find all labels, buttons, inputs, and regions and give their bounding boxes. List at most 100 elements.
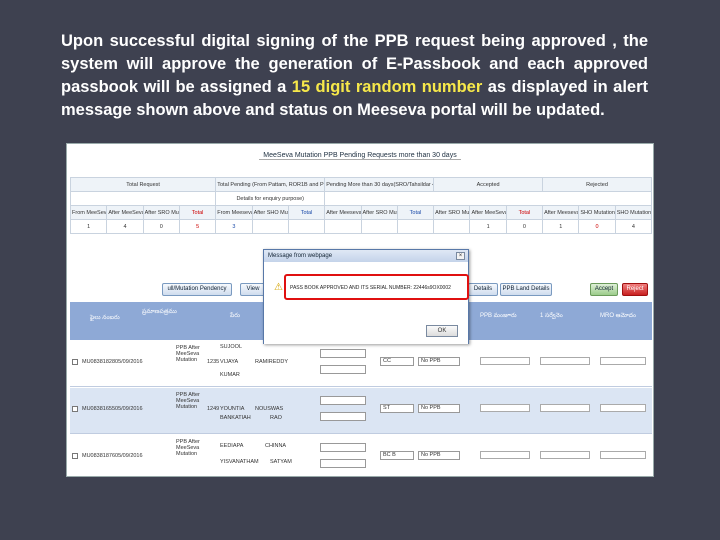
sub-header: After Meeseva (542, 205, 580, 220)
survey-select[interactable] (320, 365, 366, 374)
row-father: NOUSWAS (255, 406, 284, 412)
count-cell: 0 (578, 219, 616, 234)
mutation-pendency-button[interactable]: ull/Mutation Pendency (162, 283, 232, 296)
count-cell: 1 (69, 219, 108, 234)
row-id: MU0838187605/09/2016 (82, 453, 143, 459)
row-input[interactable] (540, 404, 590, 412)
details-button[interactable]: Details (468, 283, 498, 296)
row-input[interactable] (600, 357, 646, 365)
row-number: 1249 (207, 406, 220, 412)
column-header: 1 సర్వేనెం (540, 313, 563, 319)
sub-header: After SRO Mutation (142, 205, 180, 220)
ppb-select[interactable]: No PPB (418, 404, 460, 413)
app-screenshot: MeeSeva Mutation PPB Pending Requests mo… (66, 143, 654, 477)
row-type: PPB After MeeSeva Mutation (176, 392, 200, 410)
caption-highlight: 15 digit random number (291, 78, 483, 96)
accept-button[interactable]: Accept (590, 283, 618, 296)
column-header: ఫైలు నంబరు (90, 315, 120, 321)
slide-caption: Upon successful digital signing of the P… (61, 30, 648, 122)
sub-header: After SRO Mutation (360, 205, 398, 220)
sub-header: Total (287, 205, 326, 220)
row-input[interactable] (540, 451, 590, 459)
village-select[interactable] (320, 443, 366, 452)
ppb-select[interactable]: No PPB (418, 357, 460, 366)
close-icon[interactable]: × (456, 252, 465, 260)
highlight-box (284, 274, 469, 300)
details-note: Details for enquiry purpose) (215, 191, 326, 206)
row-survey: BANKATIAH (220, 415, 251, 421)
ppb-land-details-button[interactable]: PPB Land Details (500, 283, 552, 296)
row-id: MU0838182805/09/2016 (82, 359, 143, 365)
reject-button[interactable]: Reject (622, 283, 648, 296)
row-input[interactable] (600, 451, 646, 459)
count-cell (251, 219, 289, 234)
caste-select[interactable]: ST (380, 404, 414, 413)
count-cell (396, 219, 435, 234)
row-father: CHINNA (265, 443, 287, 449)
count-cell (287, 219, 326, 234)
column-header: ప్రమాణపత్రము (142, 309, 177, 315)
sub-header: SHO Mutation (614, 205, 653, 220)
row-name: VIJAYA (220, 359, 239, 365)
column-header: MRO ఆమోదం (600, 313, 637, 319)
total-pending-header: Total Pending (From Pattam, ROR1B and Pp… (215, 177, 326, 192)
count-cell: 4 (614, 219, 653, 234)
row-father: RAMIREDDY (255, 359, 289, 365)
ok-button[interactable]: OK (426, 325, 458, 337)
count-cell[interactable]: 5 (178, 219, 217, 234)
sub-header: Total (505, 205, 544, 220)
rejected-header: Rejected (542, 177, 652, 192)
row-input[interactable] (480, 357, 530, 365)
count-cell: 1 (469, 219, 507, 234)
column-header: పేరు (230, 313, 240, 319)
sub-header: After SHO Mutation (251, 205, 289, 220)
village-select[interactable] (320, 349, 366, 358)
count-cell: 4 (106, 219, 144, 234)
row-input[interactable] (600, 404, 646, 412)
count-cell (324, 219, 362, 234)
row-extra: RAO (270, 415, 282, 421)
row-checkbox[interactable] (72, 453, 78, 459)
sub-header: Total (178, 205, 217, 220)
count-cell (360, 219, 398, 234)
row-id: MU0838165505/09/2016 (82, 406, 143, 412)
caste-select[interactable]: CC (380, 357, 414, 366)
caste-select[interactable]: BC B (380, 451, 414, 460)
count-cell: 1 (542, 219, 580, 234)
sub-header: From Meeseva (215, 205, 253, 220)
count-cell[interactable]: 3 (215, 219, 253, 234)
survey-select[interactable] (320, 412, 366, 421)
row-extra: KUMAR (220, 372, 240, 378)
count-cell: 0 (142, 219, 180, 234)
row-checkbox[interactable] (72, 359, 78, 365)
row-input[interactable] (480, 451, 530, 459)
sub-header: Total (396, 205, 435, 220)
count-cell: 0 (505, 219, 544, 234)
row-checkbox[interactable] (72, 406, 78, 412)
accepted-header: Accepted (433, 177, 544, 192)
page-title-bar: MeeSeva Mutation PPB Pending Requests mo… (67, 144, 653, 168)
row-input[interactable] (540, 357, 590, 365)
row-survey: YISVANATHAM (220, 459, 259, 465)
table-row[interactable]: MU0838182805/09/2016 PPB After MeeSeva M… (70, 341, 652, 387)
village-select[interactable] (320, 396, 366, 405)
row-input[interactable] (480, 404, 530, 412)
sub-header: After MeeSeva Mutation (106, 205, 144, 220)
sub-header: After Meeseva (324, 205, 362, 220)
page-title: MeeSeva Mutation PPB Pending Requests mo… (259, 152, 461, 160)
row-survey: SUJOOL (220, 344, 243, 350)
row-type: PPB After MeeSeva Mutation (176, 439, 200, 457)
warning-icon: ⚠ (274, 282, 283, 293)
dialog-title: Message from webpage (264, 250, 468, 262)
table-row[interactable]: MU0838165505/09/2016 PPB After MeeSeva M… (70, 388, 652, 434)
ppb-select[interactable]: No PPB (418, 451, 460, 460)
sub-header: After SRO Mutation (433, 205, 471, 220)
count-cell (433, 219, 471, 234)
row-name: YOUNTIA (220, 406, 245, 412)
survey-select[interactable] (320, 459, 366, 468)
row-extra: SATYAM (270, 459, 292, 465)
sub-header: From MeeSeva (69, 205, 108, 220)
table-row[interactable]: MU0838187605/09/2016 PPB After MeeSeva M… (70, 435, 652, 476)
summary-table: Total Request Total Pending (From Pattam… (69, 177, 653, 234)
row-number: 1235 (207, 359, 220, 365)
